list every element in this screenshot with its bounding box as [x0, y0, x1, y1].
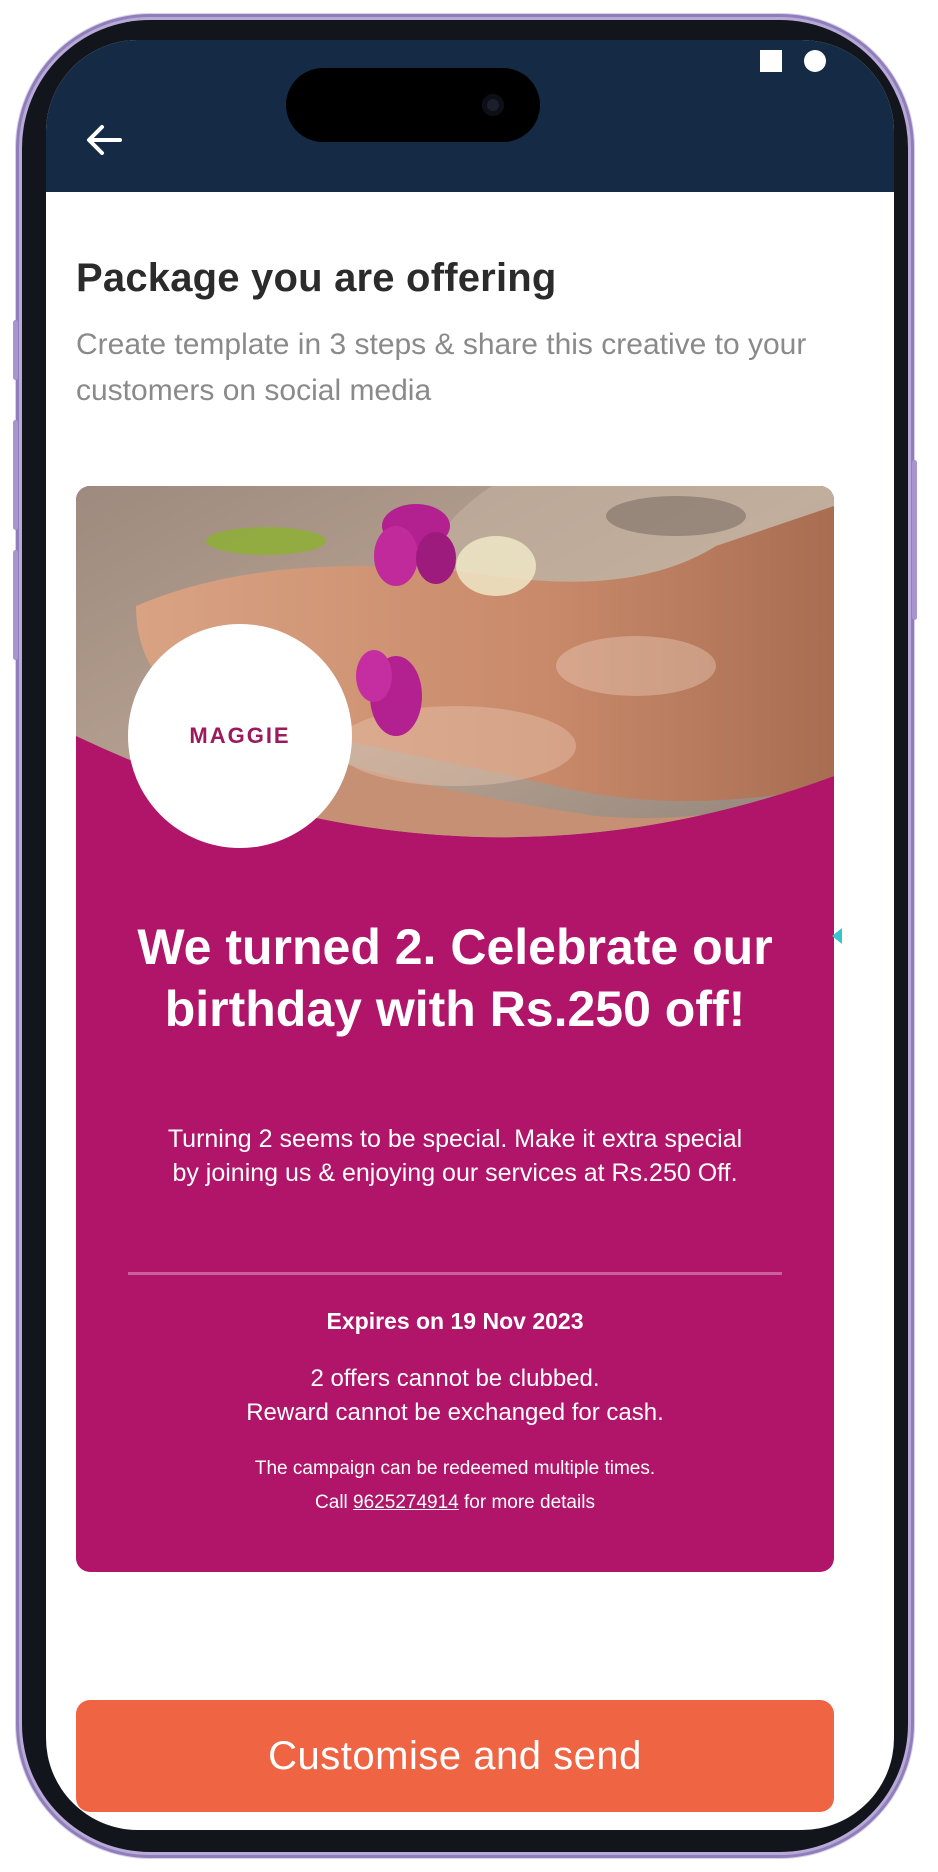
call-prefix: Call: [315, 1492, 348, 1513]
volume-down-button: [13, 550, 18, 660]
offer-headline: We turned 2. Celebrate our birthday with…: [137, 919, 773, 1037]
call-suffix: for more details: [464, 1492, 595, 1513]
offer-description: Turning 2 seems to be special. Make it e…: [167, 1125, 743, 1187]
brand-logo: MAGGIE: [128, 624, 352, 848]
terms-line: Reward cannot be exchanged for cash.: [246, 1399, 664, 1426]
fine-print: The campaign can be redeemed multiple ti…: [76, 1452, 834, 1520]
customise-and-send-button[interactable]: Customise and send: [76, 1700, 834, 1812]
stop-square-icon: [760, 50, 782, 72]
contact-line: Call 9625274914 for more details: [76, 1486, 834, 1520]
page-subtitle: Create template in 3 steps & share this …: [76, 328, 807, 407]
brand-name: MAGGIE: [189, 723, 291, 748]
terms-line: 2 offers cannot be clubbed.: [310, 1365, 600, 1392]
offer-terms: 2 offers cannot be clubbed. Reward canno…: [76, 1362, 834, 1430]
phone-number-link[interactable]: 9625274914: [353, 1492, 459, 1513]
page-title: Package you are offering: [76, 256, 557, 300]
app-header: [46, 40, 894, 192]
record-dot-icon: [804, 50, 826, 72]
back-button[interactable]: [76, 112, 132, 168]
fine-print-line: The campaign can be redeemed multiple ti…: [254, 1458, 656, 1479]
divider: [128, 1272, 782, 1275]
power-button: [912, 460, 917, 620]
arrow-left-icon: [87, 125, 122, 155]
dynamic-island: [286, 68, 540, 142]
stage: Package you are offering Create template…: [0, 0, 938, 1872]
phone-screen: Package you are offering Create template…: [46, 40, 894, 1830]
volume-up-button: [13, 420, 18, 530]
expiry-date: Expires on 19 Nov 2023: [326, 1308, 584, 1334]
mute-switch: [13, 320, 18, 380]
offer-creative-card: MAGGIE We turned 2. Celebrate our birthd…: [76, 486, 834, 1572]
carousel-edge-indicator: [832, 928, 842, 944]
front-camera: [482, 94, 504, 116]
